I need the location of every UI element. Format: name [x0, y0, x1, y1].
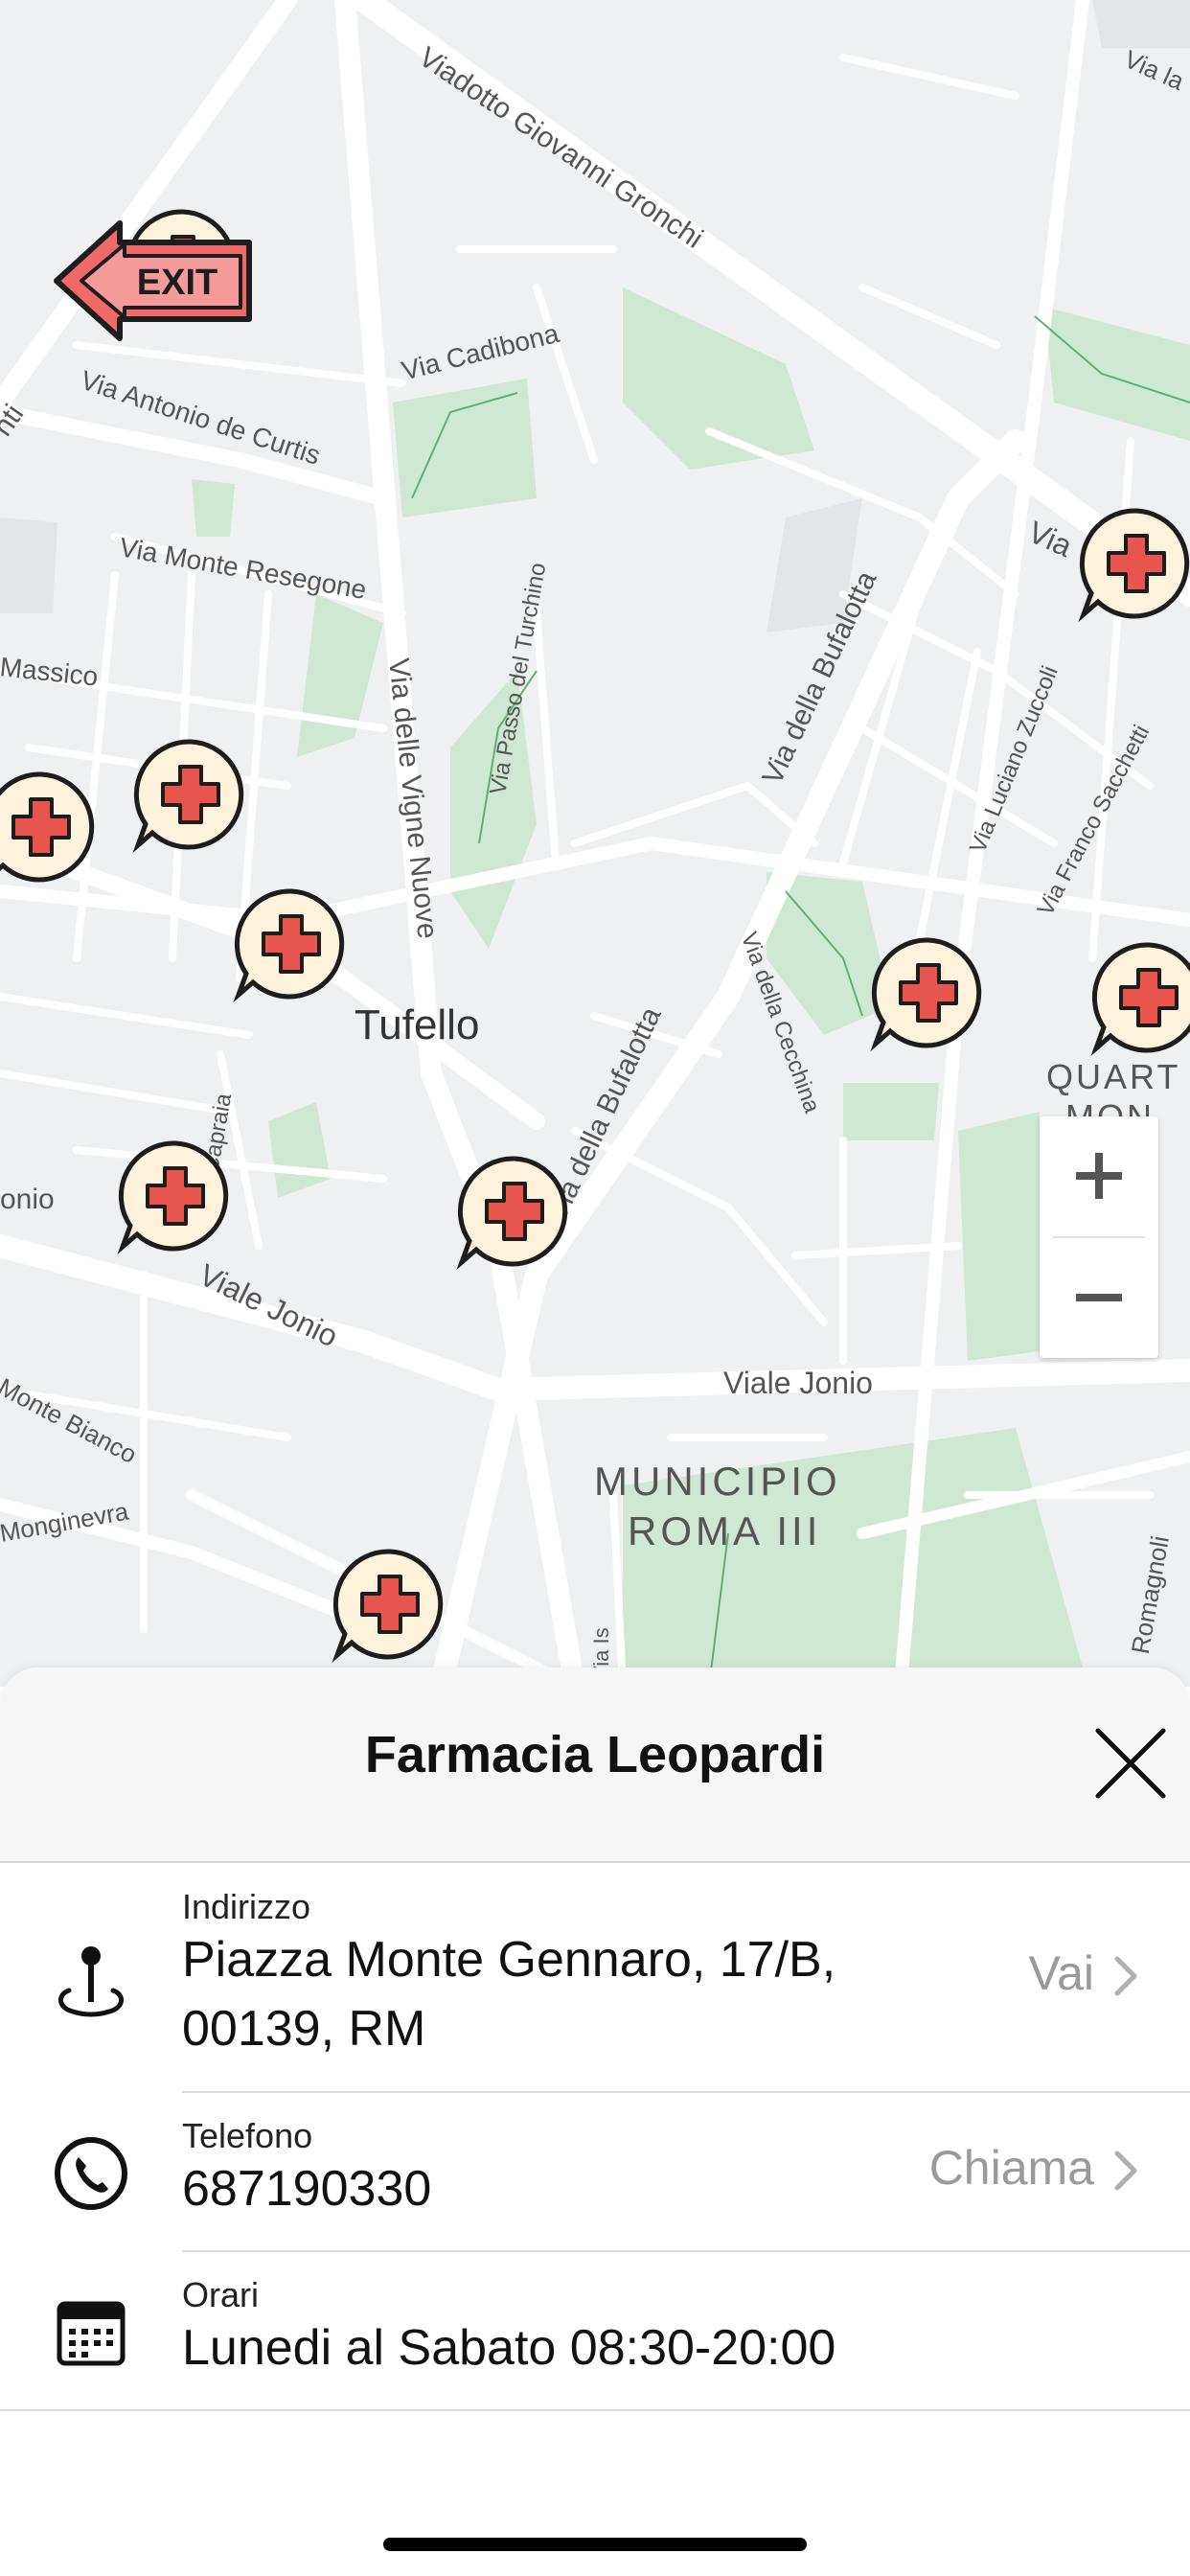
chevron-right-icon	[1114, 2150, 1137, 2191]
pharmacy-name: Farmacia Leopardi	[364, 1726, 826, 1783]
pharmacy-detail-sheet: Farmacia Leopardi Indirizzo Piazza Monte…	[0, 1668, 1190, 2576]
pharmacy-cross-marker-icon	[132, 739, 244, 854]
call-button[interactable]: Chiama	[929, 2140, 1094, 2196]
pharmacy-marker[interactable]	[332, 1546, 448, 1664]
pharmacy-marker[interactable]	[132, 736, 249, 854]
zoom-out-button[interactable]	[1040, 1238, 1158, 1357]
pharmacy-cross-marker-icon	[332, 1549, 444, 1664]
district-label: MUNICIPIO	[594, 1459, 841, 1504]
sheet-header: Farmacia Leopardi	[0, 1668, 1190, 1863]
map-view[interactable]: Viadotto Giovanni Gronchi Via Cadibona V…	[0, 0, 1190, 1687]
exit-arrow-icon: EXIT	[54, 220, 252, 341]
address-label: Indirizzo	[182, 1887, 311, 1926]
exit-label: EXIT	[137, 263, 217, 303]
close-button[interactable]	[1092, 1725, 1169, 1802]
pharmacy-cross-marker-icon	[456, 1156, 568, 1271]
pharmacy-marker[interactable]	[233, 886, 350, 1003]
exit-button[interactable]: EXIT	[53, 216, 259, 345]
row-divider	[182, 2250, 1190, 2252]
district-label: Tufello	[355, 1001, 480, 1048]
pharmacy-marker[interactable]	[117, 1138, 234, 1255]
plus-icon	[1076, 1153, 1122, 1199]
row-divider	[0, 2409, 1190, 2411]
pharmacy-cross-marker-icon	[870, 937, 982, 1052]
pharmacy-marker[interactable]	[870, 934, 987, 1052]
phone-label: Telefono	[182, 2116, 313, 2155]
zoom-in-button[interactable]	[1040, 1116, 1158, 1235]
calendar-icon	[48, 2290, 134, 2377]
location-pin-icon	[48, 1939, 134, 2025]
address-line-2: 00139, RM	[182, 2001, 426, 2057]
zoom-control	[1040, 1116, 1158, 1358]
address-line-1: Piazza Monte Gennaro, 17/B,	[182, 1932, 836, 1988]
chevron-right-icon	[1114, 1956, 1137, 1996]
pharmacy-cross-marker-icon	[117, 1140, 229, 1255]
opening-hours: Lunedi al Sabato 08:30-20:00	[182, 2320, 836, 2376]
phone-number: 687190330	[182, 2161, 432, 2217]
pharmacy-cross-marker-icon	[233, 888, 345, 1003]
hours-label: Orari	[182, 2275, 259, 2314]
district-label: ROMA III	[628, 1508, 822, 1553]
pharmacy-cross-marker-icon	[0, 771, 95, 883]
street-label: Viale Jonio	[723, 1366, 873, 1400]
directions-button[interactable]: Vai	[1028, 1945, 1094, 2001]
pharmacy-cross-marker-icon	[1078, 508, 1190, 623]
home-indicator	[383, 2538, 807, 2551]
phone-icon	[48, 2130, 134, 2217]
row-divider	[182, 2091, 1190, 2093]
minus-icon	[1076, 1294, 1122, 1301]
street-label: onio	[0, 1184, 55, 1215]
pharmacy-marker[interactable]	[1090, 939, 1190, 1057]
pharmacy-marker[interactable]	[456, 1153, 573, 1271]
district-label: QUART	[1046, 1057, 1181, 1096]
pharmacy-cross-marker-icon	[1090, 942, 1190, 1057]
pharmacy-marker[interactable]	[0, 769, 100, 886]
close-icon	[1095, 1728, 1166, 1799]
pharmacy-marker[interactable]	[1078, 505, 1190, 623]
